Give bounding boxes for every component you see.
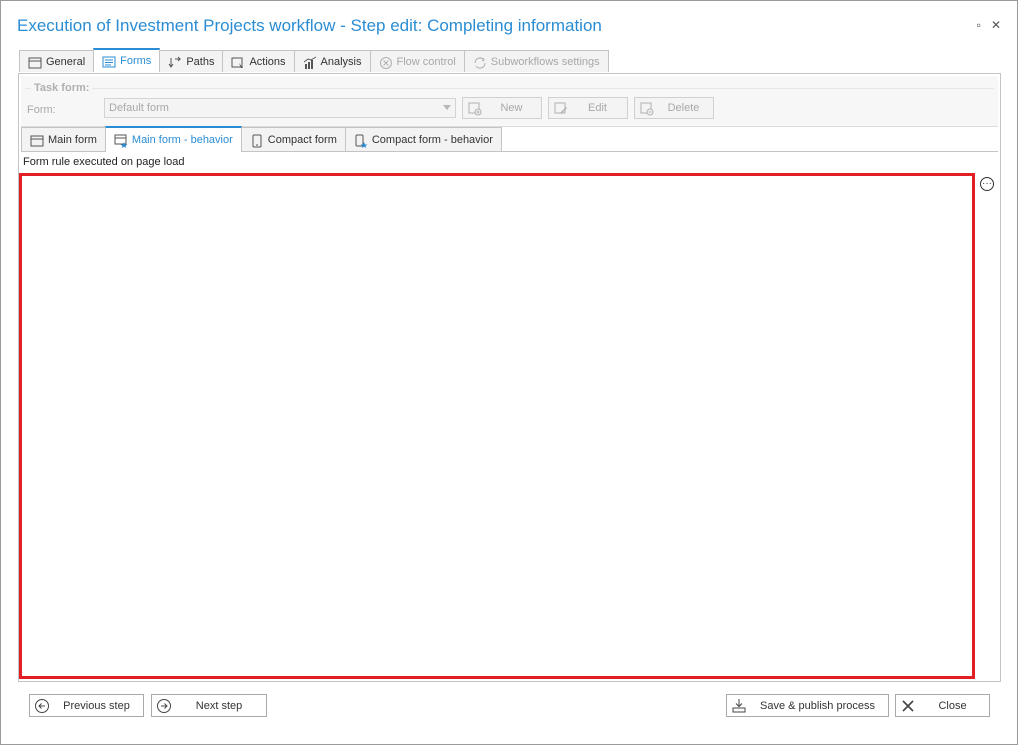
analysis-icon — [303, 56, 317, 69]
tab-analysis[interactable]: Analysis — [293, 50, 371, 72]
arrow-right-circle-icon — [156, 698, 172, 714]
task-form-group: Task form: Form: Default form New Edit D… — [21, 76, 998, 127]
dialog-window: Execution of Investment Projects workflo… — [0, 0, 1018, 745]
subtab-compact-form[interactable]: Compact form — [240, 127, 346, 151]
tab-paths-label: Paths — [186, 55, 215, 68]
behavior-icon — [114, 134, 128, 148]
new-form-label: New — [500, 102, 523, 114]
subtab-compact-form-behavior[interactable]: Compact form - behavior — [344, 127, 502, 151]
group-divider — [25, 88, 994, 89]
delete-form-icon — [640, 102, 654, 116]
previous-step-button[interactable]: Previous step — [29, 694, 144, 717]
add-form-icon — [468, 102, 482, 116]
delete-form-button[interactable]: Delete — [634, 97, 714, 119]
forms-panel: Task form: Form: Default form New Edit D… — [18, 73, 1001, 682]
window-icon — [30, 134, 44, 146]
tab-forms-label: Forms — [120, 55, 152, 67]
new-form-button[interactable]: New — [462, 97, 542, 119]
actions-icon — [231, 56, 245, 68]
behavior-area: Form rule executed on page load ··· — [19, 151, 998, 680]
close-window-icon[interactable]: ✕ — [991, 18, 1001, 32]
chevron-down-icon — [443, 105, 451, 110]
restore-icon[interactable]: ▫ — [977, 18, 981, 32]
delete-form-label: Delete — [667, 102, 700, 114]
subtab-compact-form-label: Compact form — [267, 133, 337, 146]
window-title: Execution of Investment Projects workflo… — [17, 16, 602, 35]
tab-subworkflows-settings[interactable]: Subworkflows settings — [463, 50, 609, 72]
save-publish-icon — [731, 698, 747, 714]
paths-icon — [168, 56, 182, 68]
tab-paths[interactable]: Paths — [159, 50, 224, 72]
form-rule-label: Form rule executed on page load — [23, 156, 185, 168]
form-label: Form: — [27, 104, 56, 116]
tab-subworkflows-label: Subworkflows settings — [490, 55, 600, 68]
form-sub-tab-bar: Main form Main form - behavior Compact f… — [21, 126, 502, 152]
close-label: Close — [938, 699, 967, 712]
tab-flow-control-label: Flow control — [396, 55, 456, 68]
edit-form-icon — [554, 102, 568, 114]
subtab-compact-form-behavior-label: Compact form - behavior — [371, 133, 493, 146]
flow-control-icon — [379, 56, 393, 69]
save-publish-label: Save & publish process — [760, 699, 875, 712]
arrow-left-circle-icon — [34, 698, 50, 714]
tab-flow-control[interactable]: Flow control — [369, 50, 465, 72]
mobile-behavior-icon — [354, 134, 368, 148]
form-select-value: Default form — [109, 102, 169, 114]
form-select[interactable]: Default form — [104, 98, 456, 118]
tab-analysis-label: Analysis — [320, 55, 362, 68]
edit-form-label: Edit — [588, 102, 607, 114]
tab-actions-label: Actions — [249, 55, 286, 68]
close-icon — [900, 698, 916, 714]
edit-form-button[interactable]: Edit — [548, 97, 628, 119]
mobile-icon — [250, 134, 264, 147]
task-form-title: Task form: — [31, 82, 93, 94]
next-step-button[interactable]: Next step — [151, 694, 267, 717]
tab-general[interactable]: General — [19, 50, 95, 72]
tab-actions[interactable]: Actions — [222, 50, 295, 72]
next-step-label: Next step — [195, 699, 243, 712]
save-publish-button[interactable]: Save & publish process — [726, 694, 889, 717]
tab-forms[interactable]: Forms — [93, 48, 161, 72]
subtab-main-form-label: Main form — [48, 133, 97, 146]
close-button[interactable]: Close — [895, 694, 990, 717]
window-icon — [28, 56, 42, 68]
previous-step-label: Previous step — [63, 699, 130, 712]
tab-general-label: General — [46, 55, 86, 68]
more-options-icon[interactable]: ··· — [980, 177, 994, 191]
subworkflows-icon — [473, 56, 487, 68]
subtab-main-form-behavior-label: Main form - behavior — [131, 134, 233, 146]
subtab-main-form-behavior[interactable]: Main form - behavior — [104, 126, 242, 152]
main-tab-bar: General Forms Paths Actions Analysis Flo… — [19, 48, 609, 73]
window-controls: ▫ ✕ — [977, 18, 1001, 32]
subtab-main-form[interactable]: Main form — [21, 127, 106, 151]
form-rule-editor[interactable] — [19, 173, 975, 679]
form-icon — [102, 55, 116, 68]
